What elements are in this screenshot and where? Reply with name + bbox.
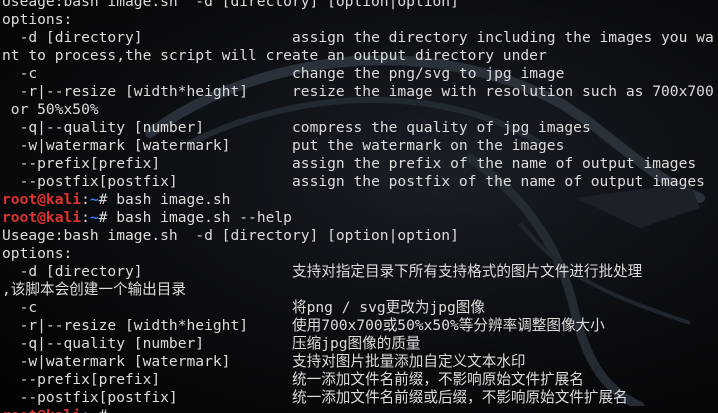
- prompt-separator: :: [81, 407, 90, 413]
- option-description: 统一添加文件名前缀或后缀，不影响原始文件扩展名: [292, 389, 628, 406]
- output-line: options:: [2, 245, 72, 263]
- output-line: --postfix[postfix] assign the postfix of …: [2, 173, 705, 191]
- prompt-user: root@kali: [2, 191, 82, 208]
- output-line: nt to process,the script will create an …: [2, 47, 547, 65]
- prompt-user: root@kali: [2, 407, 81, 413]
- prompt-path: ~: [89, 209, 99, 226]
- command-text: bash image.sh: [116, 191, 231, 208]
- option-description: resize the image with resolution such as…: [292, 83, 714, 100]
- output-text: -d [directory]: [2, 29, 143, 46]
- prompt-separator: :: [81, 191, 90, 208]
- output-text: --postfix[postfix]: [2, 389, 178, 406]
- output-line: -w|watermark [watermark] put the watermar…: [2, 137, 565, 155]
- option-description: assign the directory including the image…: [292, 29, 714, 46]
- output-text: -w|watermark [watermark]: [2, 137, 231, 154]
- output-text: --prefix[prefix]: [2, 155, 161, 172]
- output-text: or 50%x50%: [2, 101, 99, 118]
- output-line: -c 将png / svg更改为jpg图像: [2, 299, 485, 317]
- output-line: Useage:bash image.sh -d [directory] [opt…: [2, 227, 459, 245]
- output-text: Useage:bash image.sh -d [directory] [opt…: [2, 0, 459, 10]
- output-line: ,该脚本会创建一个输出目录: [2, 281, 186, 299]
- option-description: put the watermark on the images: [292, 137, 565, 154]
- prompt-separator: :: [81, 209, 90, 226]
- option-description: 将png / svg更改为jpg图像: [292, 299, 485, 316]
- output-text: -q|--quality [number]: [2, 335, 205, 352]
- prompt-line: root@kali:~# bash image.sh: [2, 191, 230, 209]
- option-description: compress the quality of jpg images: [292, 119, 591, 136]
- option-description: 支持对图片批量添加自定义文本水印: [292, 353, 526, 370]
- output-text: --postfix[postfix]: [2, 173, 178, 190]
- option-description: 压缩jpg图像的质量: [292, 335, 421, 352]
- output-line: -c change the png/svg to jpg image: [2, 65, 565, 83]
- prompt-path: ~: [90, 407, 99, 413]
- output-line: -w|watermark [watermark] 支持对图片批量添加自定义文本水印: [2, 353, 526, 371]
- output-line: -d [directory] assign the directory inclu…: [2, 29, 714, 47]
- prompt-line: root@kali:~# bash image.sh --help: [2, 209, 292, 227]
- prompt-symbol: #: [99, 407, 117, 413]
- output-text: --prefix[prefix]: [2, 371, 161, 388]
- prompt-symbol: #: [98, 209, 117, 226]
- option-description: assign the prefix of the name of output …: [292, 155, 697, 172]
- output-line: options:: [2, 11, 72, 29]
- output-line: --prefix[prefix] assign the prefix of the…: [2, 155, 697, 173]
- output-line: -q|--quality [number] compress the qualit…: [2, 119, 591, 137]
- option-description: 统一添加文件名前缀，不影响原始文件扩展名: [292, 371, 584, 388]
- option-description: 使用700x700或50%x50%等分辨率调整图像大小: [292, 317, 605, 334]
- output-text: -q|--quality [number]: [2, 119, 205, 136]
- output-text: options:: [2, 11, 73, 28]
- output-line: Useage:bash image.sh -d [directory] [opt…: [2, 0, 459, 11]
- output-line: --postfix[postfix] 统一添加文件名前缀或后缀，不影响原始文件扩展…: [2, 389, 628, 407]
- option-description: 支持对指定目录下所有支持格式的图片文件进行批处理: [292, 263, 643, 280]
- output-text: -c: [2, 299, 38, 316]
- output-text: -d [directory]: [2, 263, 143, 280]
- command-text: bash image.sh --help: [116, 209, 292, 226]
- output-text: Useage:bash image.sh -d [directory] [opt…: [2, 227, 459, 244]
- option-description: change the png/svg to jpg image: [292, 65, 565, 82]
- output-line: -q|--quality [number] 压缩jpg图像的质量: [2, 335, 421, 353]
- prompt-user: root@kali: [2, 209, 82, 226]
- output-text: ,该脚本会创建一个输出目录: [2, 281, 186, 298]
- prompt-symbol: #: [98, 191, 117, 208]
- terminal-window[interactable]: Useage:bash image.sh -d [directory] [opt…: [0, 0, 718, 413]
- output-text: nt to process,the script will create an …: [2, 47, 547, 64]
- output-text: -c: [2, 65, 38, 82]
- prompt-path: ~: [89, 191, 99, 208]
- option-description: assign the postfix of the name of output…: [292, 173, 705, 190]
- output-line: -r|--resize [width*height] 使用700x700或50%x…: [2, 317, 605, 335]
- output-text: options:: [2, 245, 73, 262]
- output-line: --prefix[prefix] 统一添加文件名前缀，不影响原始文件扩展名: [2, 371, 584, 389]
- output-text: -r|--resize [width*height]: [2, 317, 249, 334]
- output-line: -d [directory] 支持对指定目录下所有支持格式的图片文件进行批处理: [2, 263, 643, 281]
- prompt-line-current: root@kali:~#: [2, 407, 116, 413]
- output-line: -r|--resize [width*height] resize the ima…: [2, 83, 714, 101]
- output-line: or 50%x50%: [2, 101, 99, 119]
- output-text: -r|--resize [width*height]: [2, 83, 249, 100]
- output-text: -w|watermark [watermark]: [2, 353, 231, 370]
